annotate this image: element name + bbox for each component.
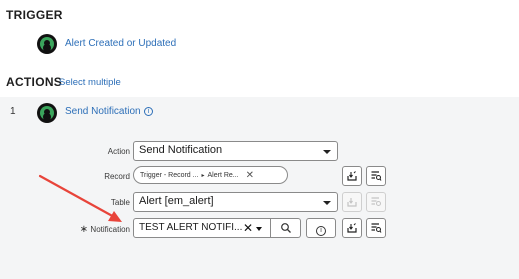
annotation-arrow	[38, 174, 122, 222]
